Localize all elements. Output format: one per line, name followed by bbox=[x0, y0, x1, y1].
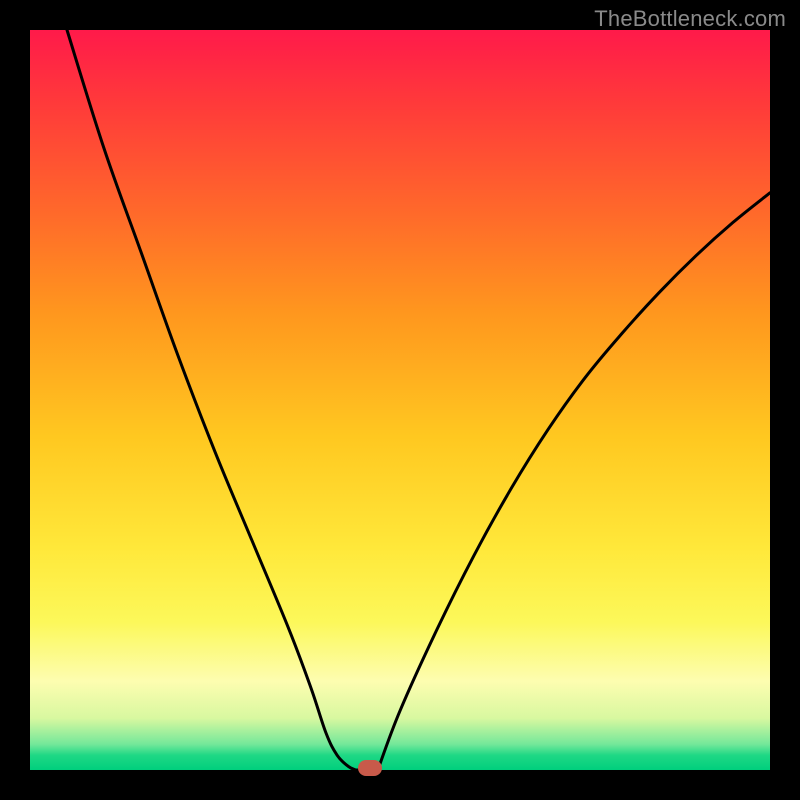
optimum-marker bbox=[358, 760, 382, 776]
watermark-text: TheBottleneck.com bbox=[594, 6, 786, 32]
plot-area bbox=[30, 30, 770, 770]
bottleneck-curve bbox=[30, 30, 770, 770]
curve-path bbox=[67, 30, 770, 770]
chart-frame: TheBottleneck.com bbox=[0, 0, 800, 800]
